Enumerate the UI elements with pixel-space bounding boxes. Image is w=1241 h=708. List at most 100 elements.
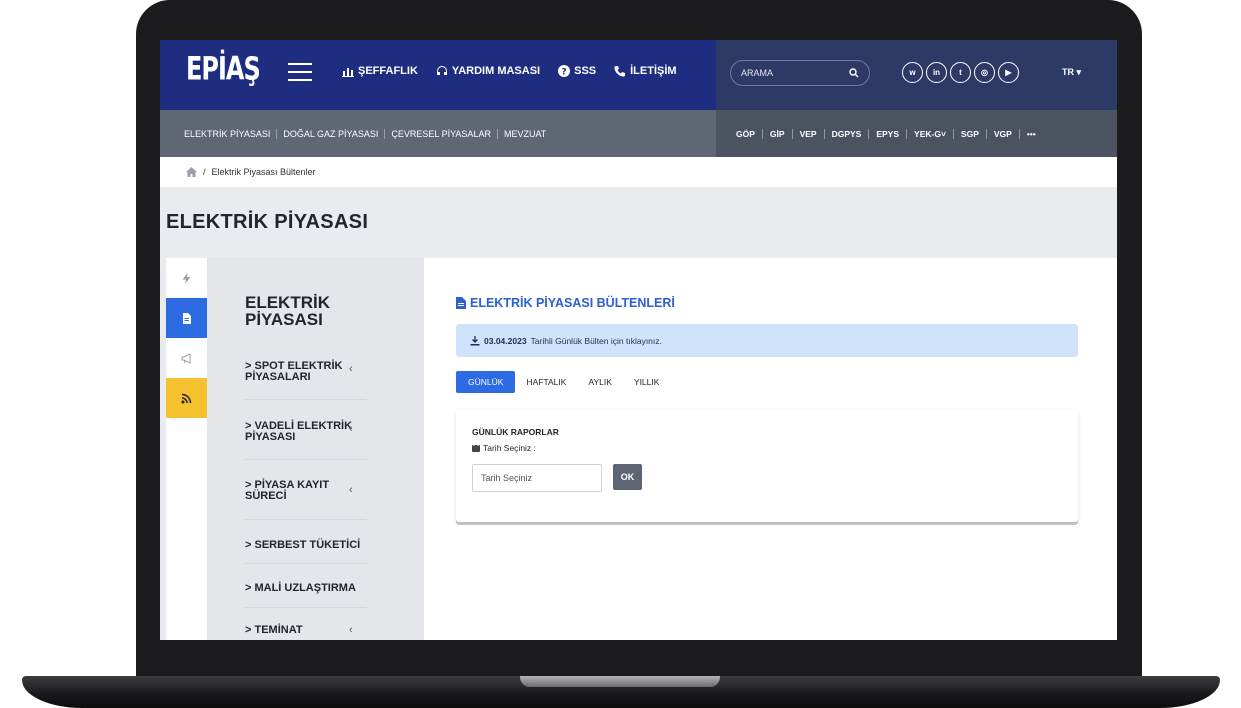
hamburger-menu-icon[interactable]: [288, 63, 312, 81]
ok-button[interactable]: OK: [613, 464, 642, 490]
linkedin-icon[interactable]: in: [926, 62, 947, 83]
more-icon[interactable]: •••: [1018, 128, 1043, 139]
screen: EPİAŞ ŞEFFAFLIK YARDIM MASASI ? SSS İLET…: [160, 40, 1117, 640]
subnav-mevzuat[interactable]: MEVZUAT: [496, 128, 552, 139]
social-links: w in t ◎ ▶: [902, 62, 1019, 83]
date-label: Tarih Seçiniz :: [472, 443, 536, 453]
main-panel: ELEKTRİK PİYASASI BÜLTENLERİ 03.04.2023 …: [424, 258, 1117, 640]
platform-gip[interactable]: GİP: [761, 128, 792, 139]
sidebar-item-kayit[interactable]: > PİYASA KAYIT SÜRECİ ‹: [245, 480, 365, 502]
sidebar-item-label: > SPOT ELEKTRİK PİYASALARI: [245, 360, 343, 383]
breadcrumb-current: Elektrik Piyasası Bültenler: [211, 167, 316, 177]
phone-icon: [614, 66, 626, 77]
tab-aylik[interactable]: AYLIK: [577, 371, 622, 393]
icon-rail: [166, 258, 207, 640]
chevron-left-icon: ‹: [349, 423, 353, 435]
nav-label: YARDIM MASASI: [451, 65, 541, 77]
divider: [245, 607, 367, 608]
daily-reports-card: GÜNLÜK RAPORLAR Tarih Seçiniz : OK: [456, 410, 1078, 522]
calendar-icon: [472, 444, 480, 452]
sidebar-item-spot[interactable]: > SPOT ELEKTRİK PİYASALARI ‹: [245, 361, 365, 383]
chart-icon: [342, 68, 354, 77]
megaphone-icon: [181, 352, 191, 364]
content-area: ELEKTRİK PİYASASI > SPOT ELEKTRİK PİYASA…: [160, 258, 1117, 640]
sub-nav: ELEKTRİK PİYASASI DOĞAL GAZ PİYASASI ÇEV…: [160, 110, 1117, 157]
rail-announcements[interactable]: [166, 338, 207, 378]
subnav-dogalgaz[interactable]: DOĞAL GAZ PİYASASI: [276, 128, 384, 139]
nav-label: İLETİŞİM: [630, 65, 677, 77]
download-icon: [470, 335, 480, 345]
search-box[interactable]: [730, 60, 870, 86]
subnav-elektrik[interactable]: ELEKTRİK PİYASASI: [184, 129, 276, 139]
nav-sss[interactable]: ? SSS: [558, 65, 596, 77]
youtube-icon[interactable]: ▶: [998, 62, 1019, 83]
bulletins-title: ELEKTRİK PİYASASI BÜLTENLERİ: [456, 296, 675, 310]
bulletin-date: 03.04.2023: [484, 335, 527, 346]
rss-icon: [181, 393, 192, 403]
divider: [245, 459, 367, 460]
top-header: EPİAŞ ŞEFFAFLIK YARDIM MASASI ? SSS İLET…: [160, 40, 1117, 110]
rail-documents[interactable]: [166, 298, 207, 338]
platform-sgp[interactable]: SGP: [952, 128, 986, 139]
search-input[interactable]: [741, 68, 841, 78]
nav-iletisim[interactable]: İLETİŞİM: [614, 65, 677, 77]
question-icon: ?: [558, 65, 571, 77]
platform-epys[interactable]: EPYS: [868, 128, 906, 139]
breadcrumb: / Elektrik Piyasası Bültenler: [160, 157, 1117, 187]
page-title: ELEKTRİK PİYASASI: [166, 211, 369, 233]
bolt-icon: [182, 272, 191, 284]
chevron-left-icon: ‹: [349, 624, 353, 636]
platform-gop[interactable]: GÖP: [736, 129, 762, 139]
sidebar: ELEKTRİK PİYASASI > SPOT ELEKTRİK PİYASA…: [207, 258, 424, 640]
sidebar-item-teminat[interactable]: > TEMİNAT ‹: [245, 625, 365, 636]
divider: [245, 519, 367, 520]
nav-yardim-masasi[interactable]: YARDIM MASASI: [436, 65, 540, 77]
instagram-icon[interactable]: ◎: [974, 62, 995, 83]
platform-yekg[interactable]: YEK-G˅: [906, 128, 953, 139]
bulletins-title-text: ELEKTRİK PİYASASI BÜLTENLERİ: [470, 296, 675, 310]
document-icon: [183, 312, 191, 324]
platform-vgp[interactable]: VGP: [985, 128, 1019, 139]
web-icon[interactable]: w: [902, 62, 923, 83]
language-select[interactable]: TR ▾: [1062, 67, 1081, 78]
rail-rss[interactable]: [166, 378, 207, 418]
rail-electric[interactable]: [166, 258, 207, 298]
platform-nav: GÖP GİP VEP DGPYS EPYS YEK-G˅ SGP VGP ••…: [716, 110, 1117, 157]
home-icon[interactable]: [186, 167, 197, 177]
epias-logo[interactable]: EPİAŞ: [186, 50, 261, 88]
date-label-text: Tarih Seçiniz :: [483, 443, 536, 453]
laptop-notch: [520, 676, 720, 687]
nav-label: SSS: [574, 65, 597, 77]
date-input[interactable]: [472, 464, 602, 492]
sidebar-item-serbest[interactable]: > SERBEST TÜKETİCİ: [245, 540, 365, 551]
period-tabs: GÜNLÜK HAFTALIK AYLIK YILLIK: [456, 371, 670, 393]
sidebar-item-label: > MALİ UZLAŞTIRMA: [245, 582, 356, 594]
sidebar-item-vadeli[interactable]: > VADELİ ELEKTRİK PİYASASI ‹: [245, 421, 365, 443]
sidebar-item-label: > TEMİNAT: [245, 624, 303, 636]
nav-label: ŞEFFAFLIK: [358, 65, 418, 77]
search-icon[interactable]: [849, 68, 859, 78]
platform-vep[interactable]: VEP: [791, 128, 824, 139]
sidebar-item-mali[interactable]: > MALİ UZLAŞTIRMA: [245, 583, 365, 594]
subnav-cevresel[interactable]: ÇEVRESEL PİYASALAR: [384, 128, 497, 139]
platform-dgpys[interactable]: DGPYS: [823, 128, 869, 139]
tab-haftalik[interactable]: HAFTALIK: [515, 371, 577, 393]
file-icon: [456, 297, 466, 309]
daily-bulletin-link[interactable]: 03.04.2023 Tarihli Günlük Bülten için tı…: [456, 324, 1078, 357]
chevron-left-icon: ‹: [349, 484, 353, 496]
headset-icon: [436, 66, 447, 75]
header-right-panel: w in t ◎ ▶ TR ▾: [716, 40, 1117, 110]
bulletin-text: Tarihli Günlük Bülten için tıklayınız.: [530, 335, 662, 346]
report-title: GÜNLÜK RAPORLAR: [472, 427, 559, 437]
tab-yillik[interactable]: YILLIK: [623, 371, 671, 393]
divider: [245, 563, 367, 564]
twitter-icon[interactable]: t: [950, 62, 971, 83]
sidebar-item-label: > VADELİ ELEKTRİK PİYASASI: [245, 420, 353, 443]
page-title-area: ELEKTRİK PİYASASI: [160, 187, 1117, 258]
tab-gunluk[interactable]: GÜNLÜK: [456, 371, 516, 393]
chevron-left-icon: ‹: [349, 363, 353, 375]
nav-seffaflik[interactable]: ŞEFFAFLIK: [342, 65, 418, 77]
top-nav: ŞEFFAFLIK YARDIM MASASI ? SSS İLETİŞİM: [342, 65, 677, 77]
market-nav: ELEKTRİK PİYASASI DOĞAL GAZ PİYASASI ÇEV…: [160, 128, 552, 139]
divider: [245, 399, 367, 400]
